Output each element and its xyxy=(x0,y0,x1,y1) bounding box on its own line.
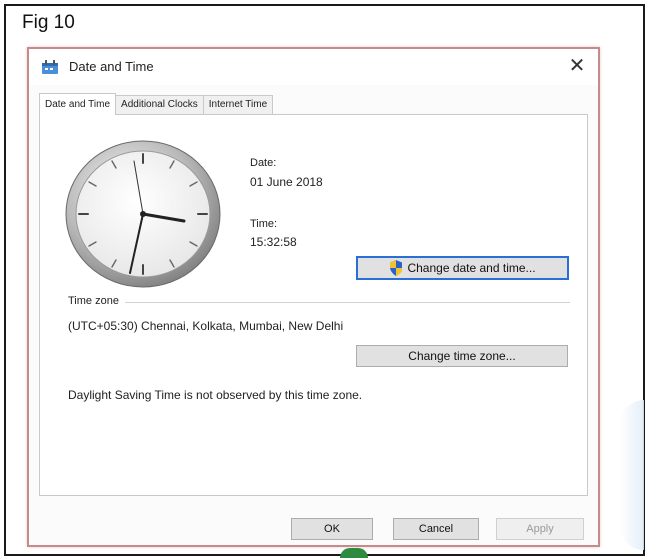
tab-internet-time[interactable]: Internet Time xyxy=(202,95,274,115)
tab-strip: Date and Time Additional Clocks Internet… xyxy=(39,93,274,115)
date-time-icon xyxy=(42,60,58,74)
tab-date-and-time[interactable]: Date and Time xyxy=(39,93,117,115)
tab-additional-clocks[interactable]: Additional Clocks xyxy=(115,95,204,115)
close-icon[interactable]: ✕ xyxy=(564,53,590,79)
dst-notice: Daylight Saving Time is not observed by … xyxy=(68,388,363,402)
cancel-button[interactable]: Cancel xyxy=(393,518,479,540)
time-label: Time: xyxy=(250,218,278,230)
apply-button: Apply xyxy=(496,518,584,540)
uac-shield-icon xyxy=(390,260,403,276)
change-date-and-time-label: Change date and time... xyxy=(407,261,536,275)
time-zone-value: (UTC+05:30) Chennai, Kolkata, Mumbai, Ne… xyxy=(68,319,344,333)
time-zone-divider xyxy=(68,302,570,303)
date-time-dialog: Date and Time ✕ Date and Time Additional… xyxy=(27,47,600,547)
time-zone-heading: Time zone xyxy=(68,295,125,307)
bottom-edge-mark xyxy=(340,548,368,558)
date-value: 01 June 2018 xyxy=(250,175,323,189)
window-title: Date and Time xyxy=(69,59,154,74)
background-watermark xyxy=(620,400,644,550)
tab-panel: Date: 01 June 2018 Time: 15:32:58 Change… xyxy=(39,114,588,496)
change-time-zone-button[interactable]: Change time zone... xyxy=(356,345,568,367)
change-date-and-time-button[interactable]: Change date and time... xyxy=(356,256,569,280)
figure-label: Fig 10 xyxy=(22,12,75,33)
analog-clock xyxy=(65,140,221,288)
date-label: Date: xyxy=(250,157,277,169)
ok-button[interactable]: OK xyxy=(291,518,373,540)
time-value: 15:32:58 xyxy=(250,235,297,249)
title-bar: Date and Time ✕ xyxy=(29,49,598,85)
